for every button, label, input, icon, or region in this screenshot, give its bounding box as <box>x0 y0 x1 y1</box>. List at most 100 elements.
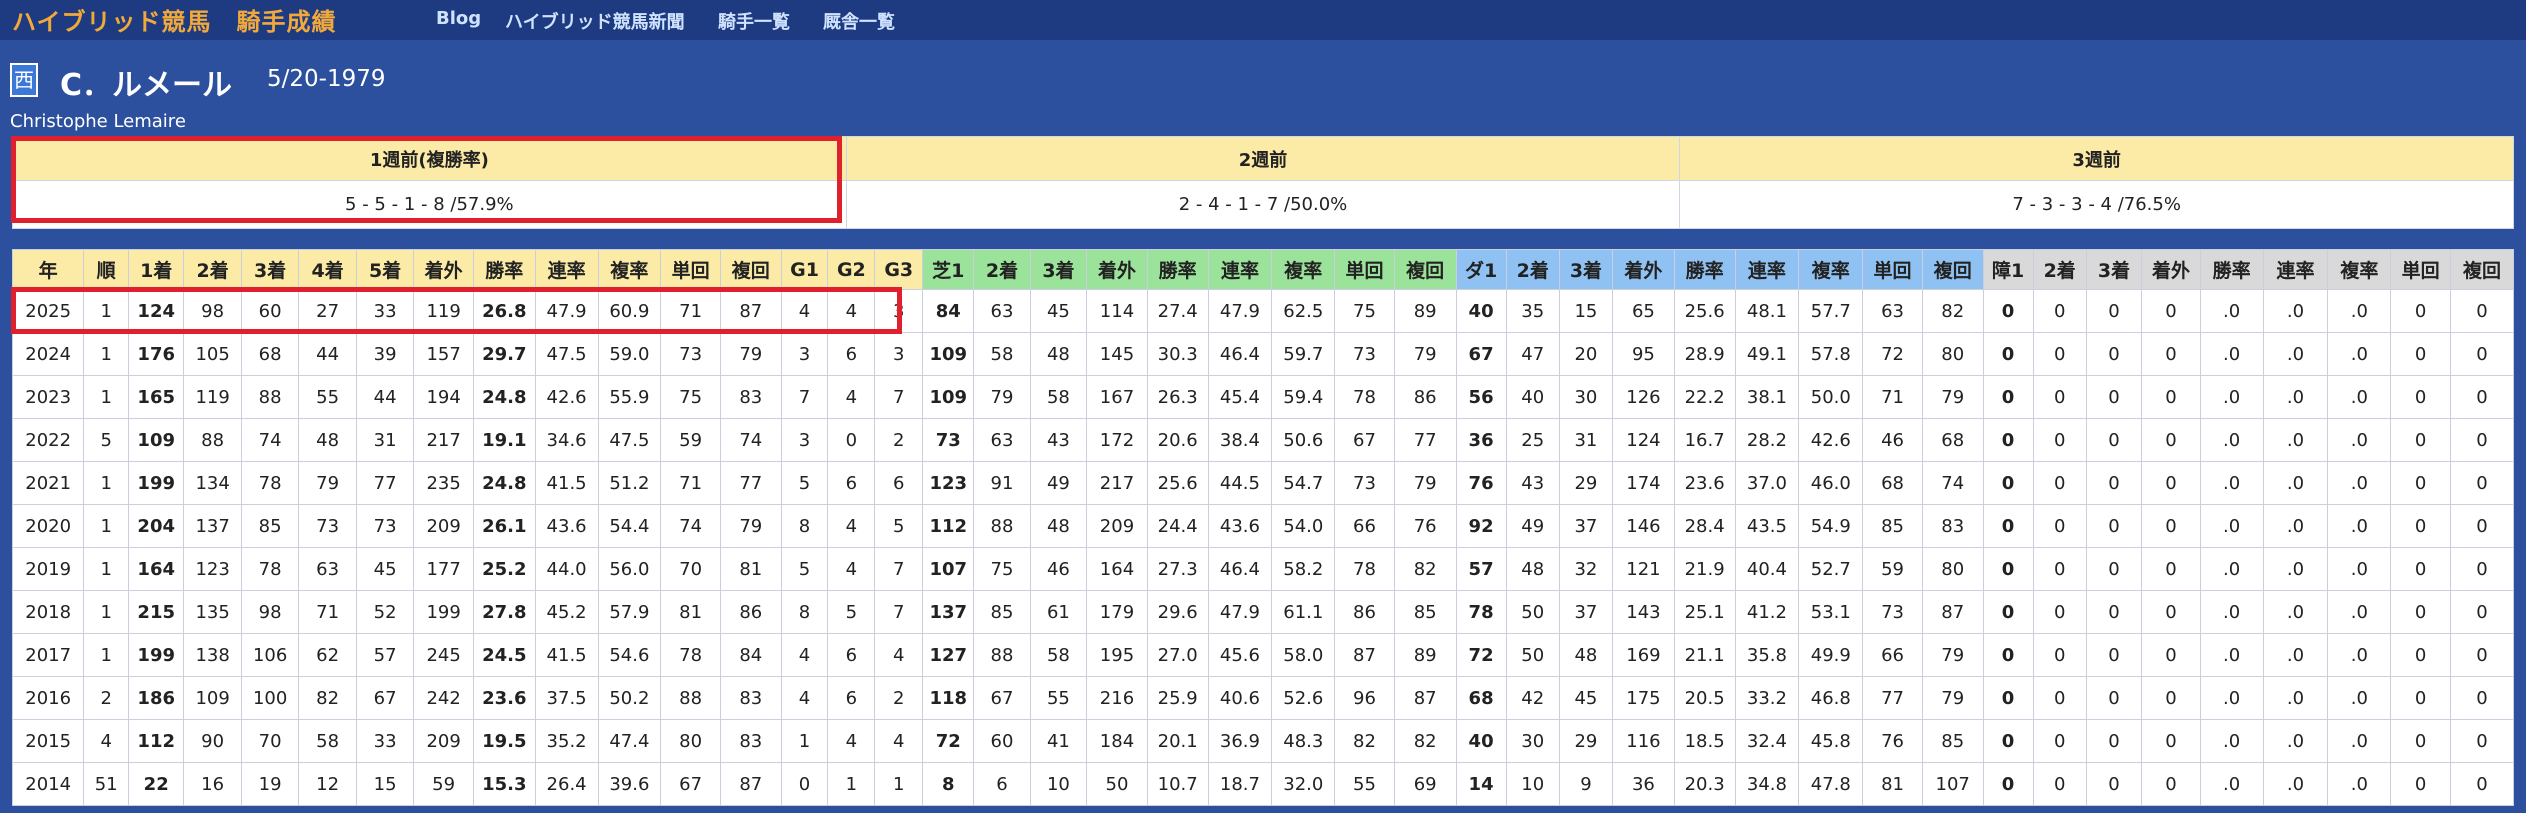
stat-cell: 33.2 <box>1734 676 1800 720</box>
stat-cell: 0 <box>2085 375 2143 419</box>
stat-cell: 194 <box>413 375 474 419</box>
stat-cell: .0 <box>2199 762 2264 806</box>
stat-cell: 57.7 <box>1798 289 1864 333</box>
stat-cell: 47.5 <box>534 332 599 376</box>
stat-cell: 40 <box>1455 289 1507 333</box>
stat-cell: 59.7 <box>1271 332 1336 376</box>
stat-cell: 20.1 <box>1146 719 1209 763</box>
stat-cell: 40 <box>1505 375 1560 419</box>
site-title[interactable]: ハイブリッド競馬 騎手成績 <box>12 2 337 37</box>
nav-blog-link[interactable]: Blog <box>436 8 481 29</box>
stat-cell: 199 <box>128 633 185 677</box>
column-header: 複回 <box>2449 249 2515 290</box>
stat-cell: 119 <box>183 375 242 419</box>
stat-cell: 8 <box>922 762 975 806</box>
stat-cell: .0 <box>2199 719 2264 763</box>
stat-cell: .0 <box>2262 590 2329 634</box>
stat-cell: 112 <box>922 504 975 548</box>
stat-cell: 0 <box>2032 719 2087 763</box>
stat-cell: 42.6 <box>1798 418 1864 462</box>
year-cell: 2018 <box>11 590 85 634</box>
column-header: 複回 <box>719 249 782 290</box>
column-header: ダ1 <box>1455 249 1507 290</box>
stat-cell: 85 <box>973 590 1031 634</box>
stat-cell: 34.8 <box>1734 762 1800 806</box>
stat-cell: 0 <box>1982 719 2034 763</box>
stat-cell: 0 <box>2085 762 2143 806</box>
stat-cell: 30 <box>1505 719 1560 763</box>
stat-cell: 89 <box>1393 289 1457 333</box>
stat-cell: .0 <box>2199 676 2264 720</box>
stat-cell: 89 <box>1393 633 1457 677</box>
stat-cell: 3 <box>874 332 924 376</box>
stat-cell: 19.1 <box>472 418 536 462</box>
stat-cell: 71 <box>298 590 357 634</box>
table-row: 2021 1 199 134 78 79 77 235 24.8 41.5 51.2 71 77 5 6 6 1… <box>11 461 2515 505</box>
stat-cell: 37 <box>1558 504 1614 548</box>
stat-cell: 88 <box>973 633 1031 677</box>
nav-jockey-list-link[interactable]: 騎手一覧 <box>718 8 790 34</box>
stat-cell: 0 <box>2032 762 2087 806</box>
stat-cell: 235 <box>413 461 474 505</box>
stat-cell: 109 <box>183 676 242 720</box>
stat-cell: 119 <box>413 289 474 333</box>
nav-newspaper-link[interactable]: ハイブリッド競馬新聞 <box>505 8 685 34</box>
stat-cell: 0 <box>1982 504 2034 548</box>
jockey-birthdate: 5/20-1979 <box>267 66 386 92</box>
column-header: 着外 <box>1612 249 1675 290</box>
jockey-english-name: Christophe Lemaire <box>10 111 186 132</box>
column-header: 勝率 <box>2199 249 2264 290</box>
stat-cell: 0 <box>2085 719 2143 763</box>
stat-cell: 73 <box>298 504 357 548</box>
stat-cell: 4 <box>83 719 130 763</box>
stat-cell: 24.4 <box>1146 504 1209 548</box>
stat-cell: 58 <box>1029 633 1088 677</box>
stat-cell: 45.4 <box>1207 375 1273 419</box>
stat-cell: 19.5 <box>472 719 536 763</box>
stat-cell: 72 <box>1862 332 1923 376</box>
stat-cell: 1 <box>83 633 130 677</box>
stat-cell: 82 <box>298 676 357 720</box>
stat-cell: 48 <box>298 418 357 462</box>
stat-cell: 5 <box>780 547 829 591</box>
column-header: 3着 <box>240 249 300 290</box>
stat-cell: .0 <box>2262 289 2329 333</box>
stat-cell: 116 <box>1612 719 1675 763</box>
stat-cell: 10 <box>1505 762 1560 806</box>
stat-cell: 73 <box>660 332 721 376</box>
region-badge: 西 <box>10 63 38 97</box>
stat-cell: .0 <box>2199 504 2264 548</box>
stat-cell: 0 <box>1982 332 2034 376</box>
stat-cell: 204 <box>128 504 185 548</box>
top-bar: ハイブリッド競馬 騎手成績 Blog ハイブリッド競馬新聞 騎手一覧 厩舎一覧 <box>0 0 2526 40</box>
stat-cell: 47.4 <box>597 719 662 763</box>
table-row: 2022 5 109 88 74 48 31 217 19.1 34.6 47.5 59 74 3 0 2 73… <box>11 418 2515 462</box>
stat-cell: 79 <box>1921 633 1984 677</box>
stat-cell: 20 <box>1558 332 1614 376</box>
stat-cell: 0 <box>2449 289 2515 333</box>
column-header: 単回 <box>660 249 721 290</box>
stat-cell: 10 <box>1029 762 1088 806</box>
stat-cell: 60.9 <box>597 289 662 333</box>
stat-cell: 50.6 <box>1271 418 1336 462</box>
stat-cell: 90 <box>183 719 242 763</box>
stat-cell: 22.2 <box>1673 375 1736 419</box>
stat-cell: 0 <box>2449 418 2515 462</box>
stat-cell: 38.1 <box>1734 375 1800 419</box>
stat-cell: 45.8 <box>1798 719 1864 763</box>
stat-cell: 174 <box>1612 461 1675 505</box>
stat-cell: 4 <box>780 633 829 677</box>
stat-cell: 55.9 <box>597 375 662 419</box>
nav-stable-list-link[interactable]: 厩舎一覧 <box>823 8 895 34</box>
week-1-record: 5 - 5 - 1 - 8 /57.9% <box>12 180 847 229</box>
stat-cell: 70 <box>240 719 300 763</box>
stat-cell: 39.6 <box>597 762 662 806</box>
stat-cell: 85 <box>1921 719 1984 763</box>
stat-cell: 0 <box>1982 418 2034 462</box>
stat-cell: 138 <box>183 633 242 677</box>
stat-cell: 27.4 <box>1146 289 1209 333</box>
stat-cell: 50 <box>1505 633 1560 677</box>
stat-cell: 51 <box>83 762 130 806</box>
stat-cell: 157 <box>413 332 474 376</box>
stat-cell: 0 <box>1982 590 2034 634</box>
